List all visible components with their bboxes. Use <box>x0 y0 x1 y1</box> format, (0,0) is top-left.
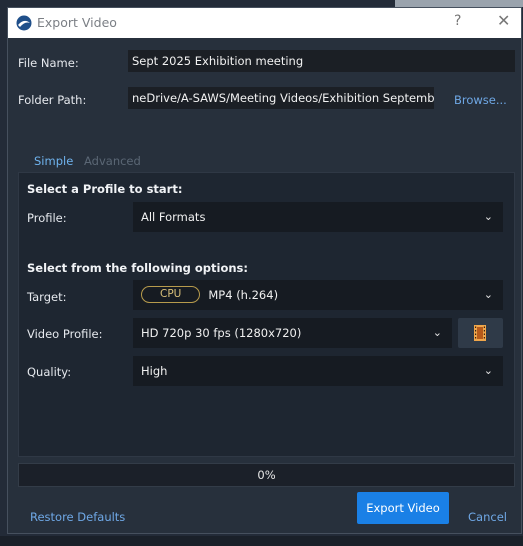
help-button[interactable]: ? <box>454 13 461 29</box>
progress-text: 0% <box>257 468 276 482</box>
title-bar: Export Video ? ✕ <box>8 8 521 39</box>
folder-path-input[interactable]: neDrive/A-SAWS/Meeting Videos/Exhibition… <box>128 87 434 109</box>
video-profile-settings-button[interactable] <box>458 318 503 348</box>
export-video-dialog: Export Video ? ✕ File Name: Sept 2025 Ex… <box>7 7 522 534</box>
profile-label: Profile: <box>27 211 67 225</box>
target-dropdown[interactable]: CPU MP4 (h.264) ⌄ <box>133 280 503 310</box>
cpu-badge: CPU <box>141 286 201 303</box>
chevron-down-icon: ⌄ <box>483 210 493 223</box>
chevron-down-icon: ⌄ <box>432 326 442 339</box>
options-section-heading: Select from the following options: <box>27 261 248 275</box>
tab-advanced[interactable]: Advanced <box>84 154 141 168</box>
chevron-down-icon: ⌄ <box>483 288 493 301</box>
background-strip <box>395 0 523 7</box>
chevron-down-icon: ⌄ <box>483 364 493 377</box>
target-value: MP4 (h.264) <box>208 288 279 302</box>
export-progress-bar: 0% <box>18 463 515 487</box>
file-name-input[interactable]: Sept 2025 Exhibition meeting <box>128 50 515 72</box>
folder-path-label: Folder Path: <box>18 93 87 107</box>
video-profile-value: HD 720p 30 fps (1280x720) <box>141 326 302 340</box>
profile-dropdown[interactable]: All Formats ⌄ <box>133 202 503 232</box>
video-profile-dropdown[interactable]: HD 720p 30 fps (1280x720) ⌄ <box>133 318 452 348</box>
browse-link[interactable]: Browse... <box>454 93 507 107</box>
app-logo-icon <box>16 15 32 31</box>
cancel-button[interactable]: Cancel <box>468 510 507 524</box>
window-title: Export Video <box>37 15 117 30</box>
quality-dropdown[interactable]: High ⌄ <box>133 356 503 386</box>
close-button[interactable]: ✕ <box>497 11 510 30</box>
profile-value: All Formats <box>141 210 206 224</box>
quality-label: Quality: <box>27 365 72 379</box>
background-statusbar <box>0 536 523 546</box>
target-label: Target: <box>27 290 67 304</box>
video-profile-label: Video Profile: <box>27 327 103 341</box>
dialog-body: File Name: Sept 2025 Exhibition meeting … <box>8 38 521 533</box>
file-name-label: File Name: <box>18 56 79 70</box>
export-video-button[interactable]: Export Video <box>357 492 449 524</box>
film-icon <box>474 325 486 341</box>
profile-section-heading: Select a Profile to start: <box>27 182 183 196</box>
tab-simple[interactable]: Simple <box>34 154 73 168</box>
restore-defaults-link[interactable]: Restore Defaults <box>30 510 125 524</box>
quality-value: High <box>141 364 168 378</box>
